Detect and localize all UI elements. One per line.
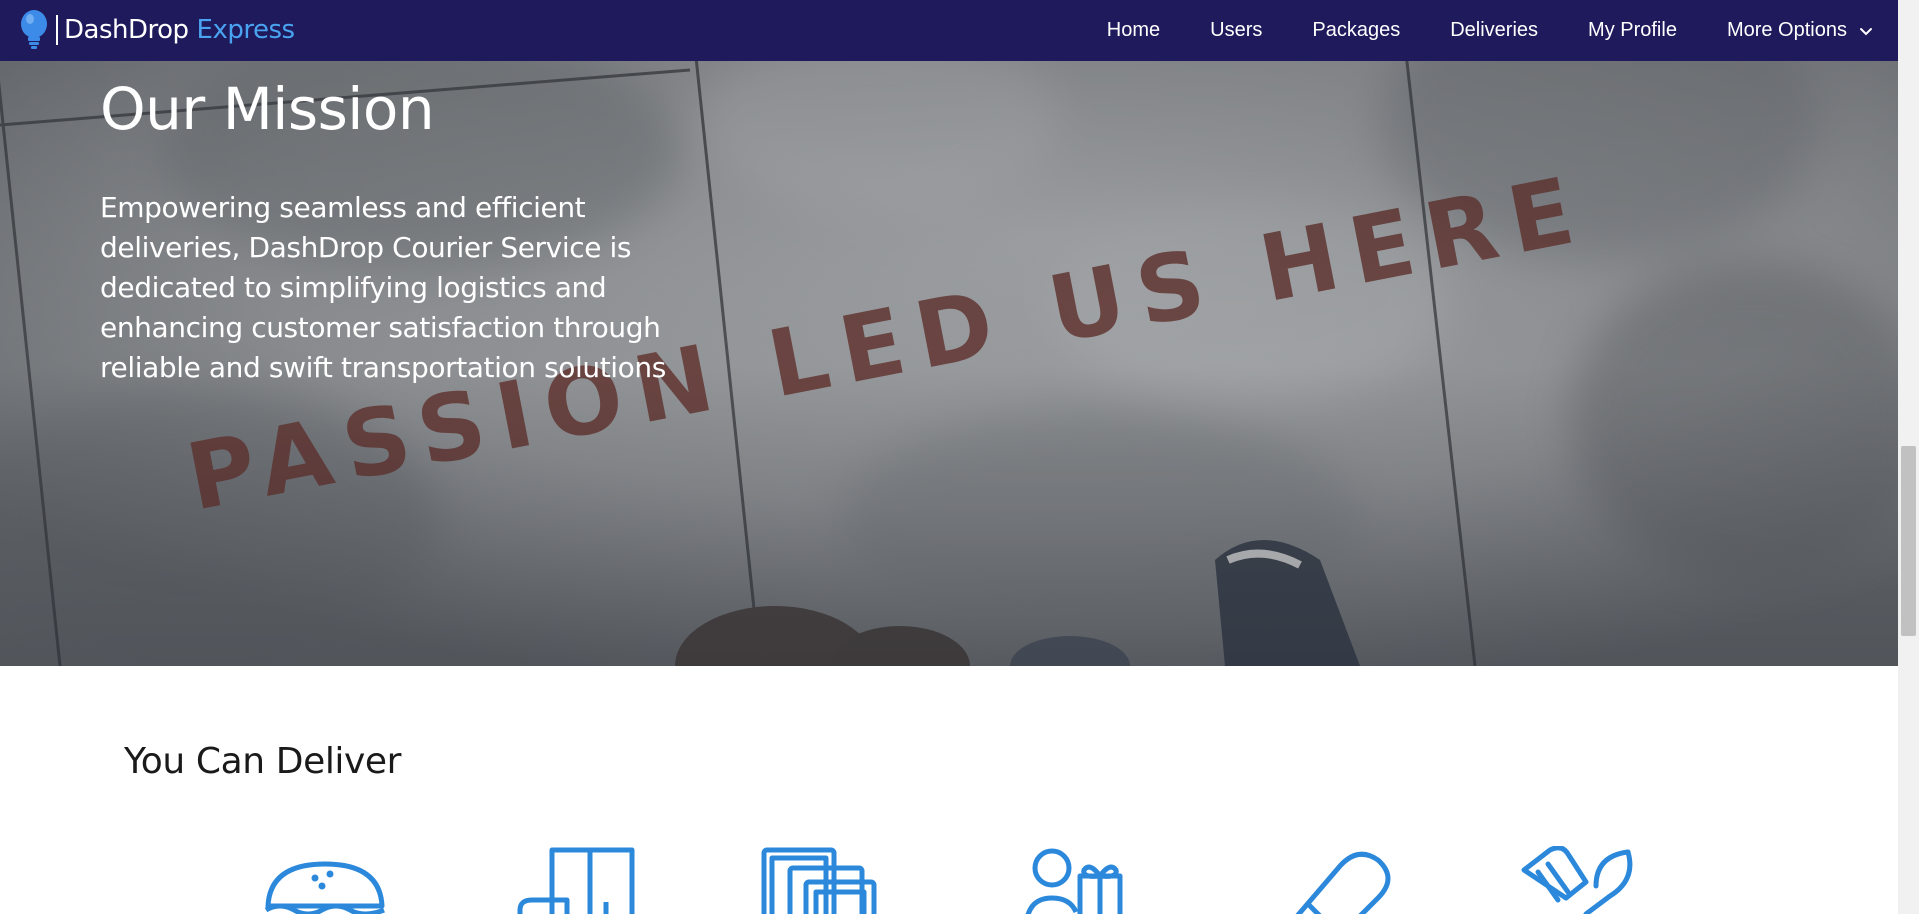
scrollbar-thumb[interactable] xyxy=(1901,446,1916,636)
nav-my-profile[interactable]: My Profile xyxy=(1563,19,1702,42)
chevron-down-icon xyxy=(1860,27,1872,35)
nav-deliveries[interactable]: Deliveries xyxy=(1425,19,1563,42)
brand-accent: Express xyxy=(196,15,296,45)
hero-section: PASSION LED US HERE Our Mission Empoweri… xyxy=(0,0,1898,666)
lightbulb-icon xyxy=(21,10,47,49)
brand-divider xyxy=(56,15,58,45)
utensils-icon[interactable] xyxy=(1516,846,1646,914)
medicine-icon[interactable] xyxy=(1268,846,1398,914)
nav-menu: Home Users Packages Deliveries My Profil… xyxy=(1082,0,1898,61)
top-navbar: DashDrop Express Home Users Packages Del… xyxy=(0,0,1898,61)
brand-name: DashDrop xyxy=(64,15,189,45)
nav-home[interactable]: Home xyxy=(1082,19,1185,42)
category-icons-row xyxy=(0,846,1898,914)
mission-title: Our Mission xyxy=(100,75,435,143)
nav-users[interactable]: Users xyxy=(1185,19,1287,42)
nav-more-options-label: More Options xyxy=(1726,19,1847,41)
furniture-icon[interactable] xyxy=(512,846,642,914)
brand-logo[interactable]: DashDrop Express xyxy=(18,8,295,52)
section-title: You Can Deliver xyxy=(124,741,402,782)
nav-more-options[interactable]: More Options xyxy=(1702,19,1898,42)
page-scrollbar[interactable] xyxy=(1898,0,1919,914)
mission-text: Empowering seamless and efficient delive… xyxy=(100,191,666,384)
documents-icon[interactable] xyxy=(758,846,888,914)
nav-packages[interactable]: Packages xyxy=(1287,19,1425,42)
burger-icon[interactable] xyxy=(260,846,390,914)
person-gift-icon[interactable] xyxy=(1020,846,1150,914)
